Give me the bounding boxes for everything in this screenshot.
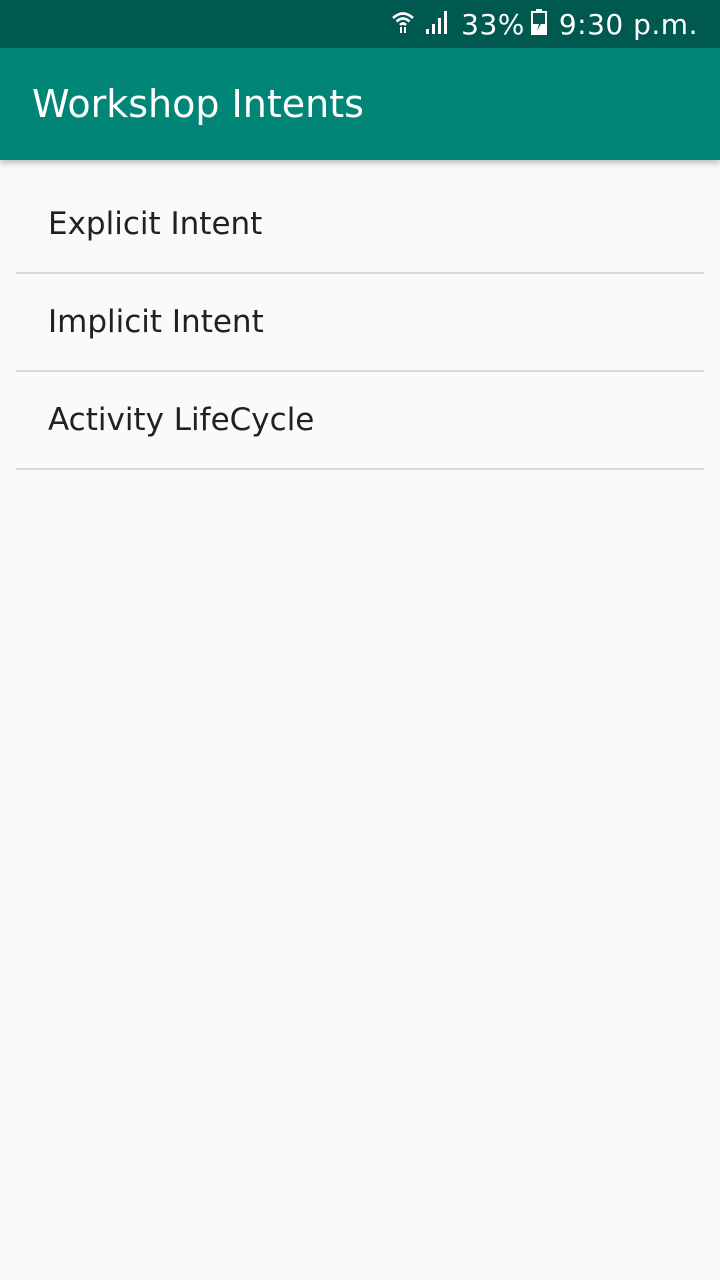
status-bar: 33% 9:30 p.m. [0,0,720,48]
app-bar: Workshop Intents [0,48,720,160]
list-item-activity-lifecycle[interactable]: Activity LifeCycle [16,372,704,470]
signal-icon [425,9,451,39]
battery-percentage: 33% [461,7,525,41]
battery-charging-icon [530,9,547,39]
list-item-implicit-intent[interactable]: Implicit Intent [16,274,704,372]
list-item-label: Activity LifeCycle [48,402,315,438]
wifi-icon [391,9,415,39]
list-item-explicit-intent[interactable]: Explicit Intent [16,176,704,274]
intent-list: Explicit Intent Implicit Intent Activity… [16,176,704,470]
clock: 9:30 p.m. [558,7,698,41]
list-item-label: Explicit Intent [48,206,263,242]
list-item-label: Implicit Intent [48,304,264,340]
app-title: Workshop Intents [32,82,364,126]
